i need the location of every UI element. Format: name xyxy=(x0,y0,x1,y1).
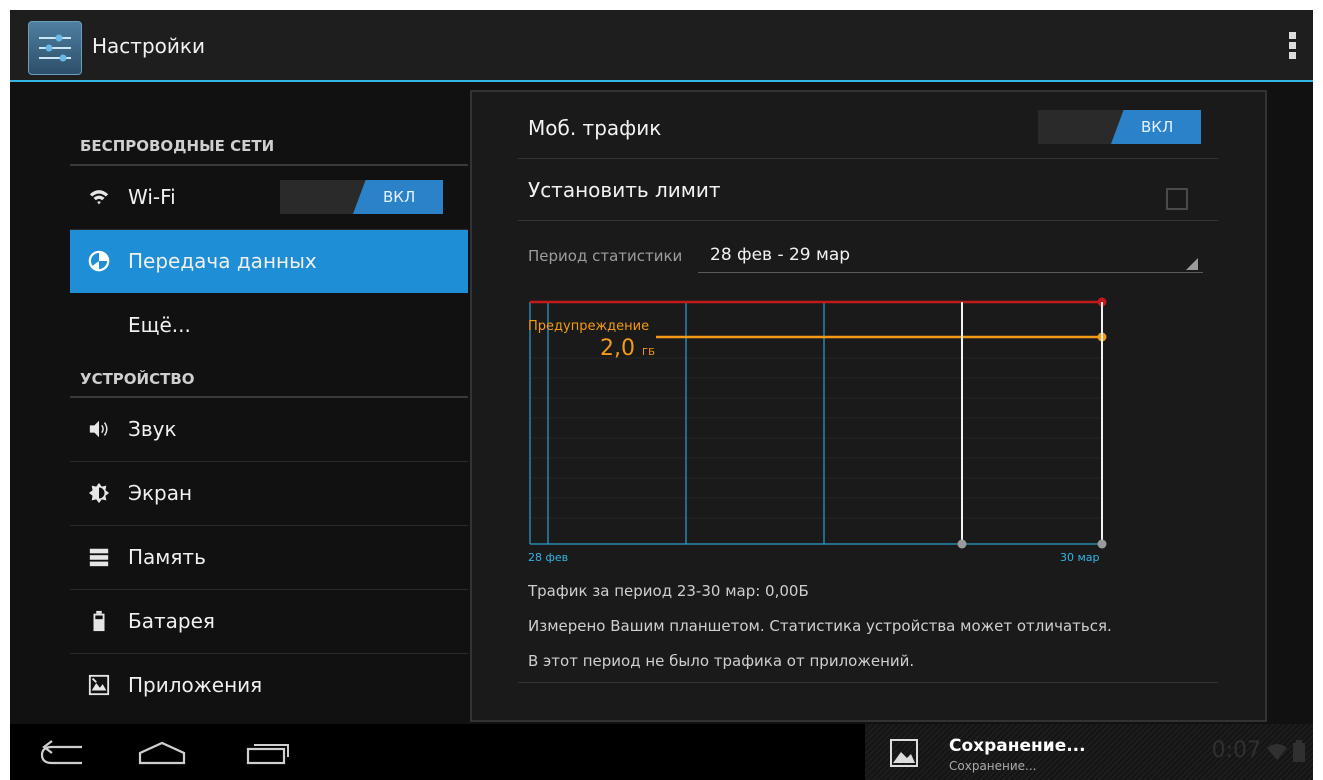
battery-status-icon xyxy=(1293,740,1305,762)
warning-value: 2,0 ГБ xyxy=(600,336,655,361)
sidebar-item-label: Звук xyxy=(128,417,177,441)
axis-start-label: 28 фев xyxy=(528,551,569,564)
volume-icon xyxy=(89,420,108,438)
section-header-wireless: БЕСПРОВОДНЫЕ СЕТИ xyxy=(80,137,275,155)
sidebar-item-sound[interactable]: Звук xyxy=(70,398,468,462)
period-label: Период статистики xyxy=(528,247,683,265)
settings-sidebar: БЕСПРОВОДНЫЕ СЕТИ Wi-Fi ВКЛ Передача дан… xyxy=(70,82,468,726)
toggle-on-state: ВКЛ xyxy=(353,180,443,214)
sidebar-item-label: Приложения xyxy=(128,673,263,697)
sidebar-item-label: Передача данных xyxy=(128,249,317,273)
traffic-summary: Трафик за период 23-30 мар: 0,00Б xyxy=(528,582,809,600)
warning-label: Предупреждение xyxy=(528,319,650,334)
settings-app-icon[interactable] xyxy=(28,21,82,75)
app-title: Настройки xyxy=(92,34,205,58)
sidebar-item-data-usage[interactable]: Передача данных xyxy=(70,230,468,293)
set-limit-checkbox[interactable] xyxy=(1166,188,1188,210)
range-end-handle[interactable] xyxy=(1097,539,1107,549)
sidebar-item-storage[interactable]: Память xyxy=(70,526,468,590)
apps-icon xyxy=(88,674,110,696)
battery-icon xyxy=(93,610,105,632)
recent-apps-icon[interactable] xyxy=(242,737,294,767)
back-icon[interactable] xyxy=(36,737,88,767)
notification-area[interactable]: Сохранение... Сохранение... 0:07 xyxy=(865,724,1313,780)
section-header-device: УСТРОЙСТВО xyxy=(80,370,195,388)
sidebar-item-more[interactable]: Ещё... xyxy=(70,294,468,354)
usage-chart: Предупреждение 2,0 ГБ 28 фев 30 мар xyxy=(528,292,1118,564)
period-spinner-underline xyxy=(698,272,1203,273)
sidebar-item-wifi[interactable]: Wi-Fi ВКЛ xyxy=(70,166,468,230)
spinner-dropdown-icon xyxy=(1186,258,1198,270)
toggle-on-state: ВКЛ xyxy=(1111,110,1201,144)
warning-unit: ГБ xyxy=(642,347,655,358)
sidebar-item-battery[interactable]: Батарея xyxy=(70,590,468,654)
sidebar-item-label: Память xyxy=(128,545,206,569)
sidebar-item-label: Экран xyxy=(128,481,193,505)
divider xyxy=(518,220,1218,221)
settings-sliders-icon xyxy=(39,34,71,62)
wifi-toggle[interactable]: ВКЛ xyxy=(280,180,443,214)
sidebar-item-apps[interactable]: Приложения xyxy=(70,654,468,717)
toggle-label: ВКЛ xyxy=(1141,118,1174,136)
data-usage-icon xyxy=(88,250,110,272)
home-icon[interactable] xyxy=(136,737,188,767)
brightness-icon xyxy=(88,482,110,504)
notification-subtitle: Сохранение... xyxy=(949,759,1037,773)
period-spinner-value[interactable]: 28 фев - 29 мар xyxy=(710,245,850,265)
screen: Настройки БЕСПРОВОДНЫЕ СЕТИ Wi-Fi ВКЛ Пе… xyxy=(10,10,1313,780)
data-usage-panel: Моб. трафик ВКЛ Установить лимит Период … xyxy=(470,90,1267,722)
toggle-label: ВКЛ xyxy=(383,188,416,206)
mobile-traffic-toggle[interactable]: ВКЛ xyxy=(1038,110,1201,144)
notification-title: Сохранение... xyxy=(949,736,1086,756)
mobile-traffic-label: Моб. трафик xyxy=(528,116,662,140)
divider xyxy=(518,682,1218,683)
measurement-note: Измерено Вашим планшетом. Статистика уст… xyxy=(528,617,1112,635)
warning-number: 2,0 xyxy=(600,336,635,361)
overflow-menu-icon[interactable] xyxy=(1289,32,1297,62)
sidebar-item-label: Wi-Fi xyxy=(128,185,176,209)
set-limit-label: Установить лимит xyxy=(528,178,721,202)
sidebar-item-label: Батарея xyxy=(128,609,215,633)
action-bar: Настройки xyxy=(10,10,1313,82)
divider xyxy=(518,158,1218,159)
storage-icon xyxy=(89,548,109,567)
axis-end-label: 30 мар xyxy=(1060,551,1100,564)
image-icon xyxy=(890,739,918,767)
wifi-icon xyxy=(89,190,109,205)
sidebar-item-label: Ещё... xyxy=(128,313,191,337)
status-clock: 0:07 xyxy=(1211,738,1261,763)
wifi-status-icon xyxy=(1267,744,1287,760)
system-bar: Сохранение... Сохранение... 0:07 xyxy=(10,724,1313,780)
sidebar-item-display[interactable]: Экран xyxy=(70,462,468,526)
range-start-handle[interactable] xyxy=(957,539,967,549)
no-app-traffic-note: В этот период не было трафика от приложе… xyxy=(528,652,915,670)
